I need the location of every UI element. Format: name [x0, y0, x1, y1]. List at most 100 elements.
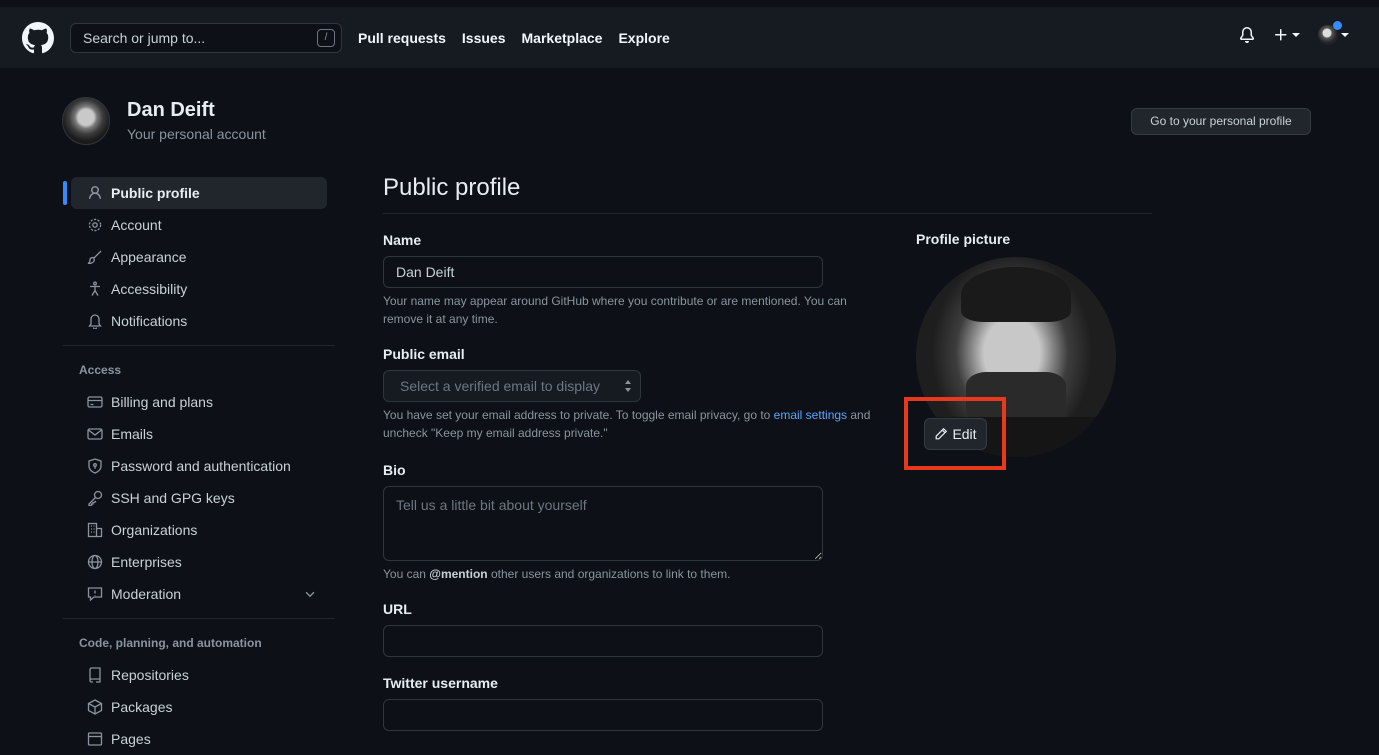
email-help-pre: You have set your email address to priva…	[383, 408, 774, 422]
sidebar-item-password[interactable]: Password and authentication	[71, 450, 327, 482]
sidebar-item-label: Password and authentication	[111, 458, 291, 474]
nav-marketplace[interactable]: Marketplace	[522, 29, 603, 47]
user-menu[interactable]	[1318, 21, 1349, 45]
globe-icon	[87, 554, 103, 570]
sidebar-item-label: Appearance	[111, 249, 187, 265]
email-settings-link[interactable]: email settings	[774, 408, 847, 422]
nav-pull-requests[interactable]: Pull requests	[358, 29, 446, 47]
global-nav: Pull requests Issues Marketplace Explore	[358, 29, 670, 47]
report-icon	[87, 586, 103, 602]
sidebar-item-label: Pages	[111, 731, 151, 747]
bio-help-pre: You can	[383, 567, 430, 581]
sidebar-divider	[63, 618, 335, 619]
sidebar-item-label: Billing and plans	[111, 394, 213, 410]
photo-hair	[961, 267, 1071, 322]
avatar	[1318, 21, 1342, 45]
nav-explore[interactable]: Explore	[618, 29, 669, 47]
sidebar-item-organizations[interactable]: Organizations	[71, 514, 327, 546]
sidebar-item-notifications[interactable]: Notifications	[71, 305, 327, 337]
settings-sidebar: Public profile Account Appearance Access…	[63, 177, 335, 755]
sidebar-divider	[63, 345, 335, 346]
sidebar-item-label: Public profile	[111, 185, 200, 201]
bell-icon	[87, 313, 103, 329]
key-icon	[87, 490, 103, 506]
sidebar-item-label: SSH and GPG keys	[111, 490, 235, 506]
annotation-highlight-box	[904, 397, 1006, 470]
sidebar-item-label: Accessibility	[111, 281, 188, 297]
github-logo-icon[interactable]	[22, 22, 54, 54]
name-field[interactable]: Dan Deift	[383, 256, 823, 288]
sidebar-group-access: Access	[79, 363, 122, 377]
public-email-placeholder: Select a verified email to display	[400, 378, 600, 394]
global-header: Search or jump to... / Pull requests Iss…	[0, 7, 1379, 68]
page-title: Public profile	[383, 174, 521, 201]
go-to-profile-button[interactable]: Go to your personal profile	[1131, 108, 1311, 135]
chevron-down-icon	[1341, 33, 1349, 37]
account-subtitle: Your personal account	[127, 126, 266, 142]
public-email-select[interactable]: Select a verified email to display	[383, 370, 641, 402]
sidebar-item-label: Repositories	[111, 667, 189, 683]
sidebar-item-label: Emails	[111, 426, 154, 442]
organization-icon	[87, 522, 103, 538]
search-input[interactable]: Search or jump to... /	[70, 23, 342, 53]
search-shortcut-badge: /	[317, 29, 335, 47]
search-placeholder: Search or jump to...	[83, 30, 206, 46]
profile-picture-label: Profile picture	[916, 231, 1011, 247]
bio-textarea[interactable]	[383, 486, 823, 561]
sidebar-item-appearance[interactable]: Appearance	[71, 241, 327, 273]
sidebar-item-label: Enterprises	[111, 554, 182, 570]
sidebar-item-label: Notifications	[111, 313, 188, 329]
sidebar-item-account[interactable]: Account	[71, 209, 327, 241]
chevron-down-icon	[1292, 32, 1300, 37]
paintbrush-icon	[87, 249, 103, 265]
package-icon	[87, 699, 103, 715]
accessibility-icon	[87, 281, 103, 297]
name-label: Name	[383, 232, 422, 248]
sidebar-item-public-profile[interactable]: Public profile	[63, 177, 327, 209]
sidebar-item-label: Packages	[111, 699, 173, 715]
credit-card-icon	[87, 394, 103, 410]
title-divider	[383, 213, 1152, 214]
sidebar-item-repositories[interactable]: Repositories	[71, 659, 327, 691]
account-name: Dan Deift	[127, 99, 215, 121]
sidebar-item-ssh-gpg[interactable]: SSH and GPG keys	[71, 482, 327, 514]
bio-label: Bio	[383, 462, 406, 478]
url-field[interactable]	[383, 625, 823, 657]
nav-issues[interactable]: Issues	[462, 29, 506, 47]
plus-icon	[1275, 28, 1287, 41]
sidebar-item-accessibility[interactable]: Accessibility	[71, 273, 327, 305]
person-icon	[87, 185, 103, 201]
window-top-strip	[0, 0, 1379, 7]
sidebar-item-emails[interactable]: Emails	[71, 418, 327, 450]
account-avatar	[62, 97, 110, 145]
sidebar-item-moderation[interactable]: Moderation	[71, 578, 327, 610]
sidebar-item-enterprises[interactable]: Enterprises	[71, 546, 327, 578]
bio-help-text: You can @mention other users and organiz…	[383, 565, 883, 583]
gear-icon	[87, 217, 103, 233]
sidebar-item-label: Organizations	[111, 522, 198, 538]
mail-icon	[87, 426, 103, 442]
name-field-value: Dan Deift	[396, 264, 455, 280]
twitter-label: Twitter username	[383, 675, 498, 691]
bell-icon[interactable]	[1239, 27, 1255, 43]
chevron-down-icon	[305, 591, 315, 598]
public-email-label: Public email	[383, 346, 465, 362]
shield-lock-icon	[87, 458, 103, 474]
bio-help-post: other users and organizations to link to…	[487, 567, 731, 581]
sidebar-item-label: Account	[111, 217, 162, 233]
create-new-menu[interactable]	[1273, 26, 1300, 44]
header-actions	[1239, 21, 1349, 45]
sidebar-item-label: Moderation	[111, 586, 182, 602]
select-arrows-icon	[625, 380, 631, 392]
sidebar-item-billing[interactable]: Billing and plans	[71, 386, 327, 418]
email-help-text: You have set your email address to priva…	[383, 406, 893, 442]
url-label: URL	[383, 601, 412, 617]
sidebar-group-code: Code, planning, and automation	[79, 636, 262, 650]
twitter-field[interactable]	[383, 699, 823, 731]
sidebar-item-packages[interactable]: Packages	[71, 691, 327, 723]
browser-icon	[87, 731, 103, 747]
name-help-text: Your name may appear around GitHub where…	[383, 294, 847, 326]
notification-dot	[1333, 21, 1342, 30]
sidebar-item-pages[interactable]: Pages	[71, 723, 327, 755]
repo-icon	[87, 667, 103, 683]
